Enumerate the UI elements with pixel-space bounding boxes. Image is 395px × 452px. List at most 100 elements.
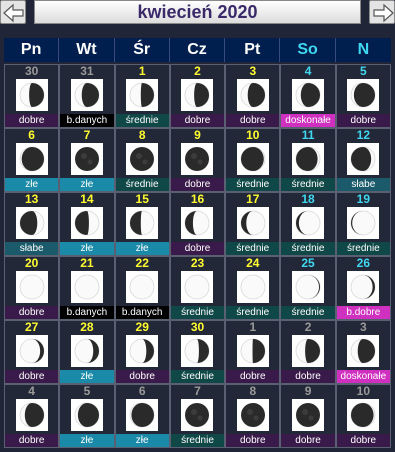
- moon-phase-icon: [70, 79, 103, 111]
- fishing-quality-label: dobre: [170, 178, 225, 191]
- fishing-quality-label: b.dobre: [336, 306, 390, 319]
- day-cell[interactable]: 10 dobre: [335, 384, 391, 448]
- moon-phase-icon: [15, 79, 48, 111]
- day-cell[interactable]: 14 złe: [59, 192, 115, 256]
- day-cell[interactable]: 2 dobre: [169, 64, 226, 128]
- day-cell[interactable]: 1 dobre: [225, 320, 281, 384]
- arrow-left-icon: [3, 3, 24, 23]
- fishing-quality-label: złe: [60, 178, 114, 191]
- day-cell[interactable]: 8 dobre: [225, 384, 281, 448]
- weekday-header-row: Pn Wt Śr Cz Pt So N: [4, 38, 391, 62]
- moon-phase-icon: [126, 143, 159, 175]
- day-cell[interactable]: 21 b.danych: [59, 256, 115, 320]
- prev-month-button[interactable]: [0, 0, 26, 24]
- fishing-quality-label: średnie: [226, 242, 280, 255]
- fishing-quality-label: b.danych: [115, 306, 169, 319]
- day-number: 4: [28, 384, 35, 398]
- day-number: 28: [80, 320, 94, 334]
- moon-phase-icon: [347, 143, 380, 175]
- day-number: 2: [304, 320, 312, 334]
- day-cell[interactable]: 30 średnie: [169, 320, 226, 384]
- moon-phase-icon: [126, 271, 159, 303]
- moon-phase-icon: [181, 335, 214, 367]
- day-cell[interactable]: 15 złe: [114, 192, 170, 256]
- moon-phase-icon: [347, 399, 380, 431]
- day-cell[interactable]: 7 średnie: [169, 384, 226, 448]
- day-cell[interactable]: 27 dobre: [4, 320, 60, 384]
- day-number: 16: [190, 192, 205, 206]
- moon-phase-icon: [347, 335, 380, 367]
- day-cell[interactable]: 4 doskonałe: [280, 64, 336, 128]
- day-number: 1: [138, 64, 146, 78]
- day-number: 7: [83, 128, 91, 142]
- weekday-label: Pn: [4, 38, 60, 62]
- moon-phase-icon: [292, 399, 325, 431]
- day-cell[interactable]: 8 średnie: [114, 128, 170, 192]
- moon-phase-icon: [126, 79, 159, 111]
- fishing-quality-label: średnie: [281, 178, 335, 191]
- day-number: 1: [249, 320, 257, 334]
- day-cell[interactable]: 31 b.danych: [59, 64, 115, 128]
- day-cell[interactable]: 6 złe: [114, 384, 170, 448]
- day-cell[interactable]: 19 średnie: [335, 192, 391, 256]
- fishing-quality-label: dobre: [226, 114, 280, 127]
- day-cell[interactable]: 18 średnie: [280, 192, 336, 256]
- day-cell[interactable]: 3 doskonałe: [335, 320, 391, 384]
- moon-phase-icon: [292, 143, 325, 175]
- day-cell[interactable]: 3 dobre: [225, 64, 281, 128]
- day-cell[interactable]: 12 słabe: [335, 128, 391, 192]
- day-cell[interactable]: 5 złe: [59, 384, 115, 448]
- moon-phase-icon: [347, 207, 380, 239]
- day-cell[interactable]: 25 średnie: [280, 256, 336, 320]
- moon-phase-icon: [236, 335, 269, 367]
- day-cell[interactable]: 20 dobre: [4, 256, 60, 320]
- next-month-button[interactable]: [369, 0, 395, 24]
- day-cell[interactable]: 26 b.dobre: [335, 256, 391, 320]
- day-cell[interactable]: 1 średnie: [114, 64, 170, 128]
- day-number: 8: [249, 384, 257, 398]
- fishing-quality-label: dobre: [170, 242, 225, 255]
- fishing-quality-label: dobre: [5, 370, 59, 383]
- day-number: 27: [24, 320, 39, 334]
- moon-phase-icon: [236, 271, 269, 303]
- day-cell[interactable]: 13 słabe: [4, 192, 60, 256]
- day-cell[interactable]: 10 średnie: [225, 128, 281, 192]
- day-number: 23: [190, 256, 205, 270]
- day-number: 25: [301, 256, 315, 270]
- day-cell[interactable]: 9 dobre: [169, 128, 226, 192]
- day-cell[interactable]: 6 złe: [4, 128, 60, 192]
- day-cell[interactable]: 7 złe: [59, 128, 115, 192]
- fishing-quality-label: dobre: [281, 434, 335, 447]
- fishing-quality-label: dobre: [336, 114, 390, 127]
- day-number: 21: [80, 256, 94, 270]
- day-cell[interactable]: 22 b.danych: [114, 256, 170, 320]
- day-number: 2: [194, 64, 201, 78]
- fishing-quality-label: słabe: [5, 242, 59, 255]
- day-number: 7: [194, 384, 201, 398]
- moon-phase-icon: [236, 207, 269, 239]
- day-cell[interactable]: 5 dobre: [335, 64, 391, 128]
- fishing-quality-label: średnie: [281, 242, 335, 255]
- day-cell[interactable]: 2 dobre: [280, 320, 336, 384]
- day-cell[interactable]: 24 średnie: [225, 256, 281, 320]
- fishing-quality-label: b.danych: [60, 306, 114, 319]
- fishing-quality-label: średnie: [170, 306, 225, 319]
- moon-phase-icon: [15, 399, 48, 431]
- day-number: 31: [80, 64, 94, 78]
- day-cell[interactable]: 30 dobre: [4, 64, 60, 128]
- day-number: 13: [24, 192, 39, 206]
- calendar-grid: 30 dobre 31 b.danych 1 średnie 2 dobre 3 dobre 4 do…: [4, 64, 391, 448]
- fishing-quality-label: średnie: [170, 370, 225, 383]
- day-cell[interactable]: 28 złe: [59, 320, 115, 384]
- day-cell[interactable]: 17 średnie: [225, 192, 281, 256]
- day-cell[interactable]: 11 średnie: [280, 128, 336, 192]
- day-cell[interactable]: 9 dobre: [280, 384, 336, 448]
- day-cell[interactable]: 16 dobre: [169, 192, 226, 256]
- day-number: 3: [360, 320, 367, 334]
- day-cell[interactable]: 29 dobre: [114, 320, 170, 384]
- day-cell[interactable]: 4 dobre: [4, 384, 60, 448]
- day-cell[interactable]: 23 średnie: [169, 256, 226, 320]
- weekday-label: Pt: [225, 38, 281, 62]
- day-number: 4: [304, 64, 312, 78]
- fishing-quality-label: średnie: [226, 178, 280, 191]
